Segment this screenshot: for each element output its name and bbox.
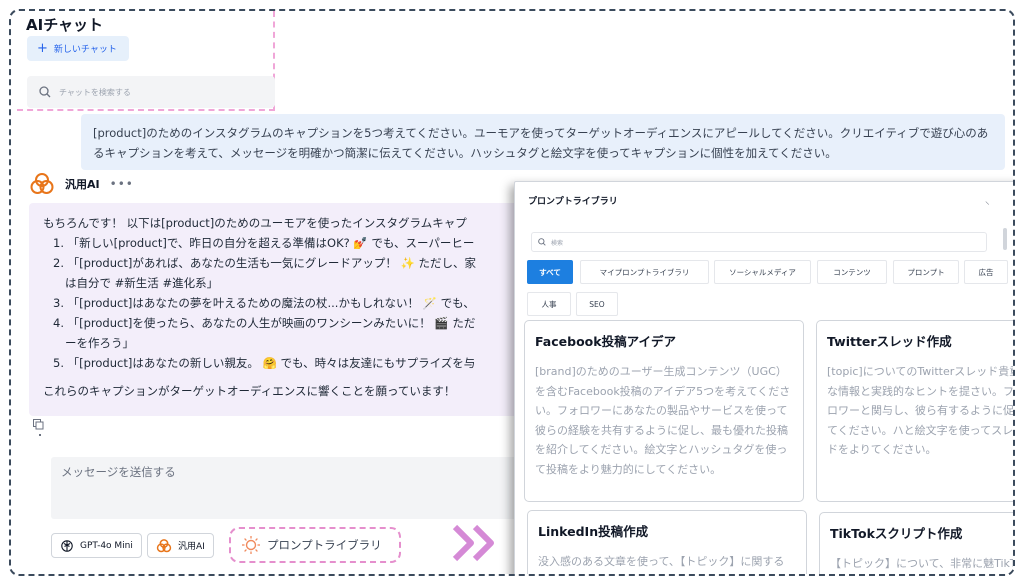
- category-seo[interactable]: SEO: [576, 292, 618, 316]
- caption-list: 1. 「新しい[product]で、昨日の自分を超える準備はOK? 💅 でも、ス…: [43, 233, 529, 373]
- double-chevron-right-icon: [452, 524, 494, 562]
- search-icon: [39, 86, 51, 98]
- assistant-selector[interactable]: 汎用AI: [147, 533, 214, 558]
- plus-icon: +: [37, 41, 48, 56]
- ai-message-header: 汎用AI •••: [29, 171, 134, 197]
- prompt-card-title: TikTokスクリプト作成: [830, 526, 963, 541]
- prompt-card-description: 没入感のある文章を使って、【トピック】に関するLinkedIn投稿のストーリーを…: [538, 555, 785, 568]
- category-content[interactable]: コンテンツ: [817, 260, 887, 284]
- prompt-card-twitter[interactable]: Twitterスレッド作成 [topic]についてのTwitterスレッド貴重な…: [816, 320, 1015, 502]
- user-message: [product]のためのインスタグラムのキャプションを5つ考えてください。ユー…: [81, 114, 1005, 170]
- list-item: 4. 「[product]を使ったら、あなたの人生が映画のワンシーンみたいに！ …: [53, 316, 476, 330]
- category-prompt[interactable]: プロンプト: [893, 260, 959, 284]
- ai-closing: これらのキャプションがターゲットオーディエンスに響くことを願っています！: [43, 384, 456, 398]
- openai-icon: [61, 539, 73, 552]
- prompt-card-facebook[interactable]: Facebook投稿アイデア [brand]のためのユーザー生成コンテンツ（UG…: [524, 320, 804, 502]
- list-item: 2. 「[product]があれば、あなたの生活も一気にグレードアップ！ ✨ た…: [53, 256, 476, 270]
- prompt-library-button[interactable]: プロンプトライブラリ: [229, 527, 401, 563]
- ai-logo-icon: [156, 538, 172, 552]
- list-item: 5. 「[product]はあなたの新しい親友。 🤗 でも、時々は友達にもサプラ…: [53, 356, 476, 370]
- model-label: GPT-4o Mini: [80, 540, 133, 551]
- app-title: AIチャット: [26, 16, 104, 34]
- prompt-search-input[interactable]: 検索: [531, 232, 987, 252]
- ai-logo-icon: [30, 173, 54, 194]
- prompt-card-title: Twitterスレッド作成: [827, 334, 952, 349]
- list-item: は自分で #新生活 #進化系」: [65, 276, 219, 290]
- prompt-card-description: 【トピック】について、非常に魅TikTokビデオスクリプトを作成し: [830, 557, 1015, 570]
- chat-search-placeholder: チャットを検索する: [59, 87, 131, 97]
- prompt-card-linkedin[interactable]: LinkedIn投稿作成 没入感のある文章を使って、【トピック】に関するLink…: [527, 510, 807, 574]
- more-options-icon[interactable]: •••: [110, 177, 134, 191]
- new-chat-label: 新しいチャット: [53, 45, 117, 55]
- prompt-library-label: プロンプトライブラリ: [267, 538, 382, 552]
- divider-dot: [39, 434, 41, 436]
- scrollbar[interactable]: [1003, 228, 1007, 250]
- model-selector[interactable]: GPT-4o Mini: [51, 533, 142, 558]
- list-item: 1. 「新しい[product]で、昨日の自分を超える準備はOK? 💅 でも、ス…: [53, 236, 475, 250]
- sun-icon: [242, 536, 260, 554]
- prompt-card-title: LinkedIn投稿作成: [538, 524, 649, 539]
- ai-intro: もちろんです！ 以下は[product]のためのユーモアを使ったインスタグラムキ…: [43, 216, 467, 230]
- prompt-search-placeholder: 検索: [551, 239, 564, 247]
- close-icon[interactable]: ⸜: [985, 194, 990, 207]
- category-my-library[interactable]: マイプロンプトライブラリ: [580, 260, 709, 284]
- prompt-card-title: Facebook投稿アイデア: [535, 334, 676, 349]
- prompt-library-panel: プロンプトライブラリ ⸜ 検索 すべて マイプロンプトライブラリ ソーシャルメデ…: [514, 181, 1015, 574]
- prompt-library-title: プロンプトライブラリ: [528, 197, 618, 207]
- message-input[interactable]: メッセージを送信する: [51, 457, 521, 519]
- message-input-placeholder: メッセージを送信する: [61, 465, 176, 479]
- list-item: 3. 「[product]はあなたの夢を叶えるための魔法の杖...かもしれない！…: [53, 296, 475, 310]
- assistant-label: 汎用AI: [178, 542, 205, 552]
- prompt-card-tiktok[interactable]: TikTokスクリプト作成 【トピック】について、非常に魅TikTokビデオスク…: [819, 512, 1015, 574]
- chat-search-input[interactable]: チャットを検索する: [27, 76, 275, 108]
- list-item: ーを作ろう」: [65, 336, 134, 350]
- ai-response: もちろんです！ 以下は[product]のためのユーモアを使ったインスタグラムキ…: [29, 203, 529, 416]
- prompt-card-description: [brand]のためのユーザー生成コンテンツ（UGC）を含むFacebook投稿…: [535, 365, 791, 476]
- ai-name: 汎用AI: [65, 178, 100, 191]
- category-all[interactable]: すべて: [527, 260, 573, 284]
- new-chat-button[interactable]: + 新しいチャット: [27, 36, 129, 61]
- search-icon: [538, 238, 546, 246]
- app-window: AIチャット + 新しいチャット チャットを検索する [product]のための…: [9, 9, 1015, 576]
- sidebar: AIチャット + 新しいチャット チャットを検索する: [17, 11, 275, 111]
- prompt-card-description: [topic]についてのTwitterスレッド貴重な情報と実践的なヒントを提さい…: [827, 365, 1015, 456]
- category-hr[interactable]: 人事: [527, 292, 571, 316]
- copy-icon[interactable]: [33, 419, 44, 433]
- category-ads[interactable]: 広告: [964, 260, 1008, 284]
- category-social-media[interactable]: ソーシャルメディア: [714, 260, 811, 284]
